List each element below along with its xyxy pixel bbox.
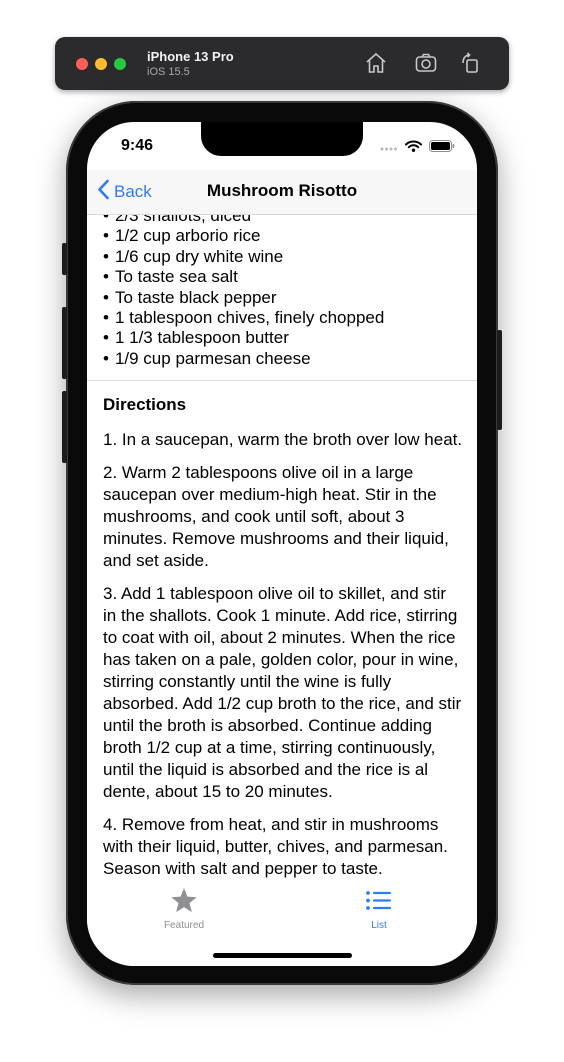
minimize-window-button[interactable]: [95, 58, 107, 70]
list-item: To taste black pepper: [103, 288, 384, 308]
notch: [201, 122, 363, 156]
tab-label: Featured: [163, 920, 205, 931]
simulator-toolbar: iPhone 13 Pro iOS 15.5: [55, 37, 509, 90]
mute-switch: [62, 243, 67, 275]
home-icon[interactable]: [364, 51, 388, 75]
volume-up-button: [62, 307, 67, 379]
list-item: 1 1/3 tablespoon butter: [103, 328, 384, 348]
list-item: 1/6 cup dry white wine: [103, 247, 384, 267]
list-item: 1/9 cup parmesan cheese: [103, 349, 384, 369]
tab-list[interactable]: List: [319, 887, 439, 931]
ingredients-list: 2/3 shallots, diced 1/2 cup arborio rice…: [103, 215, 384, 369]
home-indicator[interactable]: [213, 953, 352, 958]
zoom-window-button[interactable]: [114, 58, 126, 70]
battery-icon: [429, 139, 455, 157]
star-icon: [170, 888, 198, 918]
directions-list: 1. In a saucepan, warm the broth over lo…: [103, 429, 463, 882]
list-icon: [365, 891, 393, 918]
power-button: [497, 330, 502, 430]
device-name: iPhone 13 Pro: [147, 49, 234, 64]
os-version: iOS 15.5: [147, 66, 190, 78]
directions-heading: Directions: [103, 395, 187, 414]
status-icons: [380, 139, 455, 157]
status-time: 9:46: [121, 137, 154, 154]
direction-step: 1. In a saucepan, warm the broth over lo…: [103, 430, 463, 449]
screenshot-icon[interactable]: [414, 51, 438, 75]
wifi-icon: [405, 139, 422, 157]
divider: [87, 380, 477, 381]
rotate-icon[interactable]: [459, 51, 483, 75]
direction-step: 3. Add 1 tablespoon olive oil to skillet…: [103, 584, 462, 801]
signal-icon: [380, 139, 398, 157]
list-item: To taste sea salt: [103, 267, 384, 287]
volume-down-button: [62, 391, 67, 463]
list-item: 1 tablespoon chives, finely chopped: [103, 308, 384, 328]
close-window-button[interactable]: [76, 58, 88, 70]
list-item: 1/2 cup arborio rice: [103, 226, 384, 246]
list-item: 2/3 shallots, diced: [103, 215, 384, 226]
page-title: Mushroom Risotto: [206, 181, 358, 200]
direction-step: 4. Remove from heat, and stir in mushroo…: [103, 815, 448, 878]
device-screen: 9:46 Back Mushroom Risotto • 2/3 shallot…: [87, 122, 477, 966]
direction-step: 2. Warm 2 tablespoons olive oil in a lar…: [103, 463, 449, 570]
tab-label: List: [371, 920, 387, 931]
tab-featured[interactable]: Featured: [124, 887, 244, 931]
navigation-bar: Back Mushroom Risotto: [87, 170, 477, 215]
recipe-content[interactable]: 2/3 shallots, diced 1/2 cup arborio rice…: [87, 215, 477, 882]
